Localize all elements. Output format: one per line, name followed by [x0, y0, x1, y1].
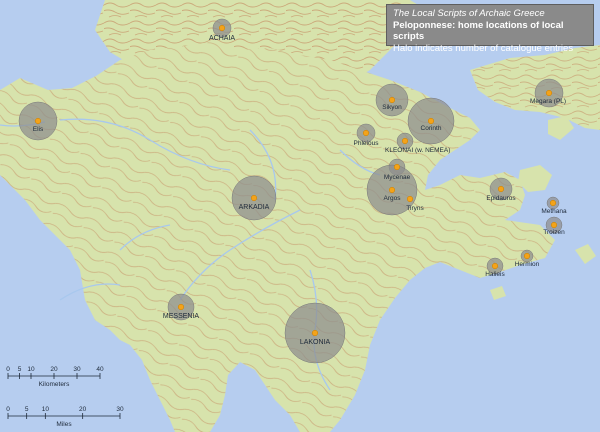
km-scale-tick-label: 30 [73, 366, 81, 373]
site-label-corinth: Corinth [421, 125, 442, 132]
site-marker-messenia[interactable] [177, 303, 185, 311]
site-label-lakonia: LAKONIA [300, 339, 331, 346]
site-marker-hermion[interactable] [523, 252, 531, 260]
mi-scale-tick-label: 10 [42, 406, 50, 413]
site-marker-corinth[interactable] [427, 117, 435, 125]
site-marker-methana[interactable] [549, 199, 557, 207]
site-label-megara-pl: Megara (PL) [530, 98, 566, 105]
map-view[interactable]: ACHAIA Elis Sikyon Corinth Phleious KLEONAI (… [0, 0, 600, 432]
mi-scale-tick-label: 5 [25, 406, 29, 413]
site-marker-troizen[interactable] [550, 221, 558, 229]
site-label-epidauros: Epidauros [486, 195, 516, 202]
mi-scale-tick-label: 20 [79, 406, 87, 413]
km-scale-tick-label: 40 [96, 366, 104, 373]
site-marker-tiryns[interactable] [406, 195, 414, 203]
site-label-achaia: ACHAIA [209, 35, 235, 42]
site-label-argos: Argos [384, 195, 402, 202]
site-label-phleious: Phleious [354, 140, 380, 147]
site-marker-halieis[interactable] [491, 262, 499, 270]
km-scale-tick-label: 10 [27, 366, 35, 373]
title-line-1: The Local Scripts of Archaic Greece [393, 8, 545, 19]
km-scale-tick-label: 5 [18, 366, 22, 373]
km-scale-tick-label: 0 [6, 366, 10, 373]
site-label-halieis: Halieis [485, 271, 505, 278]
site-marker-achaia[interactable] [218, 24, 226, 32]
km-scale-unit-label: Kilometers [39, 381, 70, 388]
title-box: The Local Scripts of Archaic Greece Pelo… [386, 4, 594, 54]
site-marker-sikyon[interactable] [388, 96, 396, 104]
mi-scale-unit-label: Miles [56, 421, 72, 428]
site-marker-elis[interactable] [34, 117, 42, 125]
site-label-elis: Elis [33, 126, 44, 133]
mi-scale-tick-label: 30 [116, 406, 124, 413]
site-label-messenia: MESSENIA [163, 313, 200, 320]
site-label-hermion: Hermion [515, 261, 540, 268]
mi-scale-tick-label: 0 [6, 406, 10, 413]
title-line-3: Halo indicates number of catalogue entri… [393, 42, 574, 54]
site-label-tiryns: Tiryns [406, 205, 424, 212]
km-scale-tick-label: 20 [50, 366, 58, 373]
site-label-arkadia: ARKADIA [239, 204, 270, 211]
map-canvas: ACHAIA Elis Sikyon Corinth Phleious KLEONAI (… [0, 0, 600, 432]
site-label-mycenae: Mycenae [384, 174, 411, 181]
site-label-sikyon: Sikyon [382, 104, 402, 111]
site-label-troizen: Troizen [543, 229, 565, 236]
site-marker-phleious[interactable] [362, 129, 370, 137]
site-marker-argos[interactable] [388, 186, 396, 194]
site-marker-megara-pl[interactable] [545, 89, 553, 97]
site-label-kleonai-w-nemea: KLEONAI (w. NEMEA) [385, 147, 450, 154]
site-marker-kleonai-w-nemea[interactable] [401, 137, 409, 145]
title-line-2: Peloponnese: home locations of local scr… [393, 19, 564, 43]
site-label-methana: Methana [541, 208, 567, 215]
site-marker-lakonia[interactable] [311, 329, 319, 337]
site-marker-mycenae[interactable] [393, 163, 401, 171]
site-marker-epidauros[interactable] [497, 185, 505, 193]
site-marker-arkadia[interactable] [250, 194, 258, 202]
